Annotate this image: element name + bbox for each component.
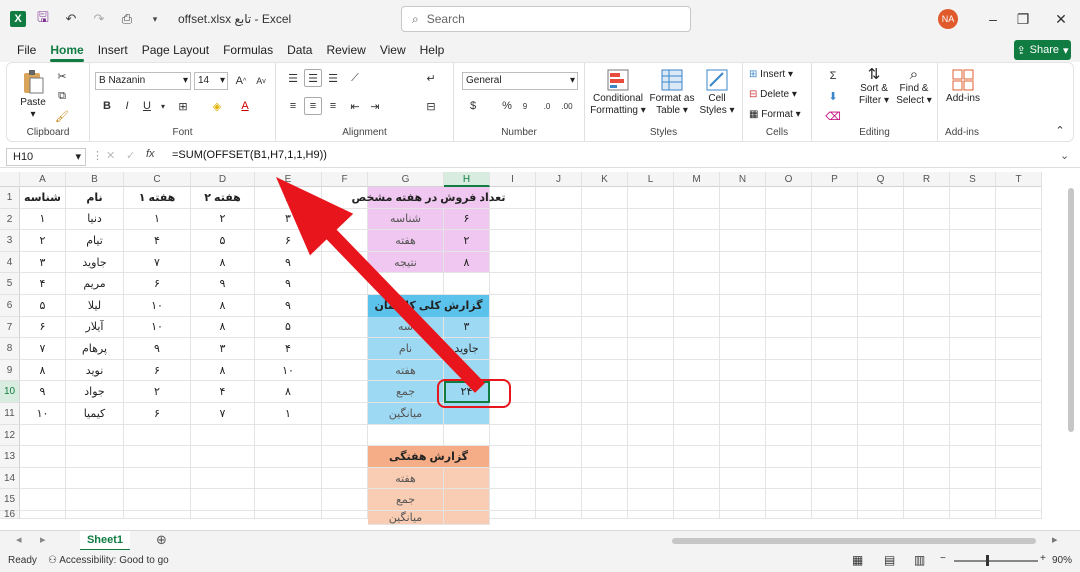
zoom-level[interactable]: 90% [1052,555,1072,566]
prev-sheet-icon[interactable]: ◂ [16,533,22,546]
page-layout-view-icon[interactable]: ▤ [884,553,895,567]
sheet-tab[interactable]: Sheet1 [80,531,130,551]
zoom-out-icon[interactable]: − [940,553,946,564]
zoom-in-icon[interactable]: + [1040,553,1046,564]
horizontal-scrollbar[interactable] [672,538,1036,544]
sheet-tabs-bar: ◂ ▸ Sheet1 ⊕ ▸ [0,530,1080,551]
accessibility-icon: ⚇ [48,555,57,566]
accessibility-status[interactable]: ⚇ Accessibility: Good to go [48,555,169,566]
page-break-view-icon[interactable]: ▥ [914,553,925,567]
add-sheet-icon[interactable]: ⊕ [156,532,167,548]
next-sheet-icon[interactable]: ▸ [40,533,46,546]
normal-view-icon[interactable]: ▦ [852,553,863,567]
scroll-right-icon[interactable]: ▸ [1052,533,1058,546]
status-ready: Ready [8,555,37,566]
zoom-slider[interactable] [954,560,1038,562]
arrow-shape [276,177,485,393]
status-bar: Ready ⚇ Accessibility: Good to go ▦ ▤ ▥ … [0,550,1080,572]
annotation-arrow [276,177,511,408]
zoom-slider-thumb[interactable] [986,555,989,566]
